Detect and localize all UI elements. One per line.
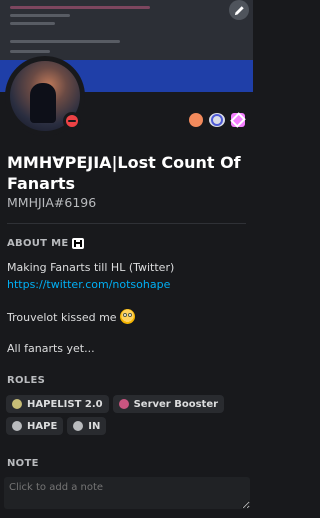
note-header: NOTE [7,458,39,469]
flushed-emoji-icon [119,309,135,324]
profile-badges [189,113,245,127]
role-color-dot [12,421,22,431]
divider [7,223,246,224]
role-label: HAPE [27,420,58,432]
bio-line-emoji: Trouvelot kissed me [7,309,135,324]
server-boost-icon[interactable] [231,113,245,127]
banner-decoration [10,40,120,43]
note-input[interactable] [4,477,250,509]
role-color-dot [118,399,129,409]
about-me-header: ABOUT ME [7,238,85,249]
roles-header: ROLES [7,375,46,386]
bio-text: Trouvelot kissed me [7,311,117,324]
role-pill[interactable]: IN [67,417,107,435]
creeper-emoji-icon [72,238,85,249]
display-name: MMHꓯPEJIA|Lost Count Of Fanarts [7,153,241,193]
bio-line: Making Fanarts till HL (Twitter) [7,261,175,274]
banner-decoration [10,22,55,25]
bio-line: All fanarts yet... [7,342,95,355]
nitro-icon[interactable] [209,113,225,127]
roles-list: HAPELIST 2.0 Server Booster HAPE IN [6,395,246,435]
role-color-dot [73,421,84,431]
banner-decoration [10,50,50,53]
pencil-icon [234,5,244,15]
role-pill[interactable]: HAPELIST 2.0 [6,395,109,413]
banner-decoration [10,6,150,9]
avatar-figure [30,83,56,123]
role-label: IN [88,420,101,432]
role-pill[interactable]: HAPE [6,417,64,435]
role-pill[interactable]: Server Booster [112,395,225,413]
role-label: Server Booster [133,398,219,410]
edit-profile-button[interactable] [229,0,249,20]
hypesquad-icon[interactable] [189,113,203,127]
bio-link[interactable]: https://twitter.com/notsohape [7,278,170,291]
banner-decoration [10,14,70,17]
about-me-title: ABOUT ME [7,238,69,249]
status-indicator [63,112,81,130]
role-color-dot [12,399,22,409]
user-tag: MMHJIA#6196 [7,195,97,210]
role-label: HAPELIST 2.0 [27,398,103,410]
dnd-icon [66,115,78,127]
